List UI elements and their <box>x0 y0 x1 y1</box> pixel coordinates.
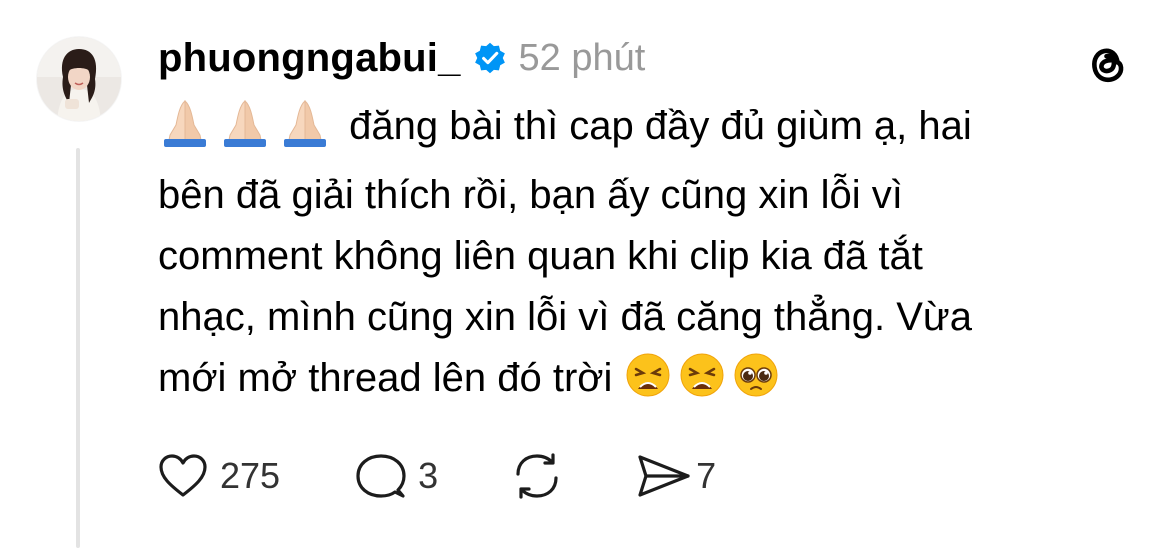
comment-bubble-icon <box>356 454 406 498</box>
thread-connector-line <box>76 148 80 548</box>
repost-button[interactable] <box>510 450 576 502</box>
like-count: 275 <box>220 455 281 496</box>
post-text-line-1: đăng bài thì cap đầy đủ giùm ạ, hai <box>158 96 1118 165</box>
post-text-line-4: nhạc, mình cũng xin lỗi vì đã căng thẳng… <box>158 295 972 339</box>
reply-button[interactable]: 3 <box>356 452 438 500</box>
post-text-line-2: bên đã giải thích rồi, bạn ấy cũng xin l… <box>158 173 903 217</box>
post-actions: 275 3 7 <box>158 446 716 506</box>
reply-count: 3 <box>418 455 439 496</box>
folded-hands-icon <box>278 99 332 165</box>
threads-logo-icon[interactable] <box>1084 40 1132 88</box>
post-text-line-5: mới mở thread lên đó trời <box>158 348 1118 417</box>
post-header: phuongngabui_ 52 phút <box>158 30 645 86</box>
repost-icon <box>516 453 558 499</box>
like-button[interactable]: 275 <box>158 453 280 499</box>
post-text: đăng bài thì cap đầy đủ giùm ạ, hai <box>349 104 972 148</box>
username[interactable]: phuongngabui_ <box>158 36 461 81</box>
post-timestamp: 52 phút <box>518 36 646 79</box>
post-text-line-3: comment không liên quan khi clip kia đã … <box>158 234 923 278</box>
send-icon <box>638 455 690 497</box>
share-count: 7 <box>696 455 717 496</box>
post-text: mới mở thread lên đó trời <box>158 356 613 400</box>
weary-face-icon <box>624 351 672 417</box>
post-body: đăng bài thì cap đầy đủ giùm ạ, hai bên … <box>158 96 1118 417</box>
weary-face-icon <box>678 351 726 417</box>
avatar[interactable] <box>37 37 121 121</box>
verified-badge-icon <box>473 41 507 75</box>
avatar-image <box>37 37 121 121</box>
share-button[interactable]: 7 <box>636 453 716 499</box>
folded-hands-icon <box>218 99 272 165</box>
folded-hands-icon <box>158 99 212 165</box>
pleading-face-icon <box>732 351 780 417</box>
heart-icon <box>159 454 207 497</box>
